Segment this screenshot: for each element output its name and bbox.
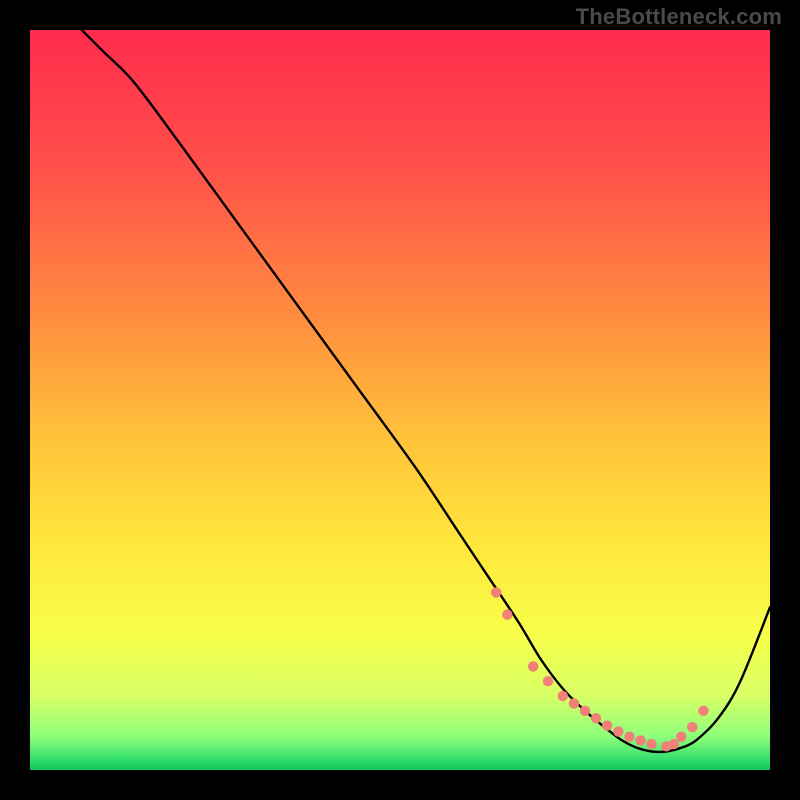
watermark-text: TheBottleneck.com: [576, 4, 782, 30]
highlight-dot: [502, 609, 512, 619]
highlight-dot: [635, 735, 645, 745]
chart-stage: TheBottleneck.com: [0, 0, 800, 800]
highlight-dot: [646, 739, 656, 749]
highlight-dot: [491, 587, 501, 597]
plot-area: [30, 30, 770, 770]
highlight-dot: [669, 739, 679, 749]
highlight-dot: [543, 676, 553, 686]
highlight-dot: [613, 726, 623, 736]
highlight-dot: [698, 706, 708, 716]
highlight-dot: [580, 706, 590, 716]
highlight-dot: [624, 732, 634, 742]
highlight-dot: [591, 713, 601, 723]
gradient-rect: [30, 30, 770, 770]
highlight-dot: [602, 720, 612, 730]
highlight-dot: [528, 661, 538, 671]
highlight-dot: [558, 691, 568, 701]
highlight-dot: [569, 698, 579, 708]
highlight-dot: [676, 732, 686, 742]
chart-svg: [30, 30, 770, 770]
highlight-dot: [687, 722, 697, 732]
